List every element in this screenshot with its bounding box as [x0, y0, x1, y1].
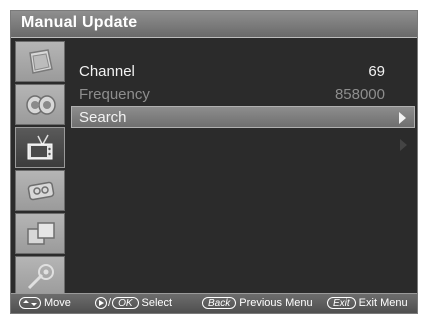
sidebar-item-channel[interactable] — [15, 127, 65, 168]
frequency-value: 858000 — [334, 86, 385, 103]
sidebar-item-picture[interactable] — [15, 41, 65, 82]
sidebar-item-multi-window[interactable] — [15, 213, 65, 254]
help-bar: Move / OK Select Back Previous Menu Exit… — [11, 293, 417, 313]
frequency-label: Frequency — [79, 86, 150, 103]
move-label: Move — [44, 297, 71, 309]
osd-menu-window: Manual Update Channel 69 Frequency 85800… — [10, 10, 418, 314]
empty-row — [71, 136, 415, 154]
help-exit: Exit Exit Menu — [327, 297, 408, 309]
search-label: Search — [79, 109, 127, 126]
chevron-right-icon — [400, 139, 407, 151]
up-down-icon — [19, 297, 41, 309]
previous-menu-label: Previous Menu — [239, 297, 313, 309]
menu-row-channel[interactable]: Channel 69 — [71, 60, 415, 82]
side-menu — [15, 41, 65, 300]
chevron-right-icon — [399, 112, 406, 124]
sidebar-item-sound[interactable] — [15, 84, 65, 125]
menu-row-search[interactable]: Search — [71, 106, 415, 128]
channel-tv-icon — [27, 134, 53, 160]
channel-label: Channel — [79, 63, 135, 80]
exit-key: Exit — [327, 297, 356, 309]
ok-key: OK — [112, 297, 139, 309]
page-title: Manual Update — [21, 14, 138, 31]
sidebar-item-feature[interactable] — [15, 170, 65, 211]
picture-icon — [29, 49, 53, 74]
feature-icon — [27, 181, 55, 201]
menu-row-frequency: Frequency 858000 — [71, 83, 415, 105]
title-bar: Manual Update — [11, 11, 417, 38]
help-select: / OK Select — [95, 297, 172, 309]
menu-content: Channel 69 Frequency 858000 Search — [67, 41, 419, 300]
sidebar-item-setup[interactable] — [15, 256, 65, 297]
exit-menu-label: Exit Menu — [358, 297, 408, 309]
select-separator: / — [108, 297, 112, 309]
right-arrow-icon — [95, 297, 107, 309]
channel-value: 69 — [368, 63, 385, 80]
setup-icon — [27, 264, 54, 290]
help-move: Move — [19, 297, 71, 309]
multi-window-icon — [27, 222, 55, 245]
back-key: Back — [202, 297, 237, 309]
help-back: Back Previous Menu — [202, 297, 313, 309]
select-label: Select — [141, 297, 173, 309]
sound-icon — [26, 95, 56, 115]
